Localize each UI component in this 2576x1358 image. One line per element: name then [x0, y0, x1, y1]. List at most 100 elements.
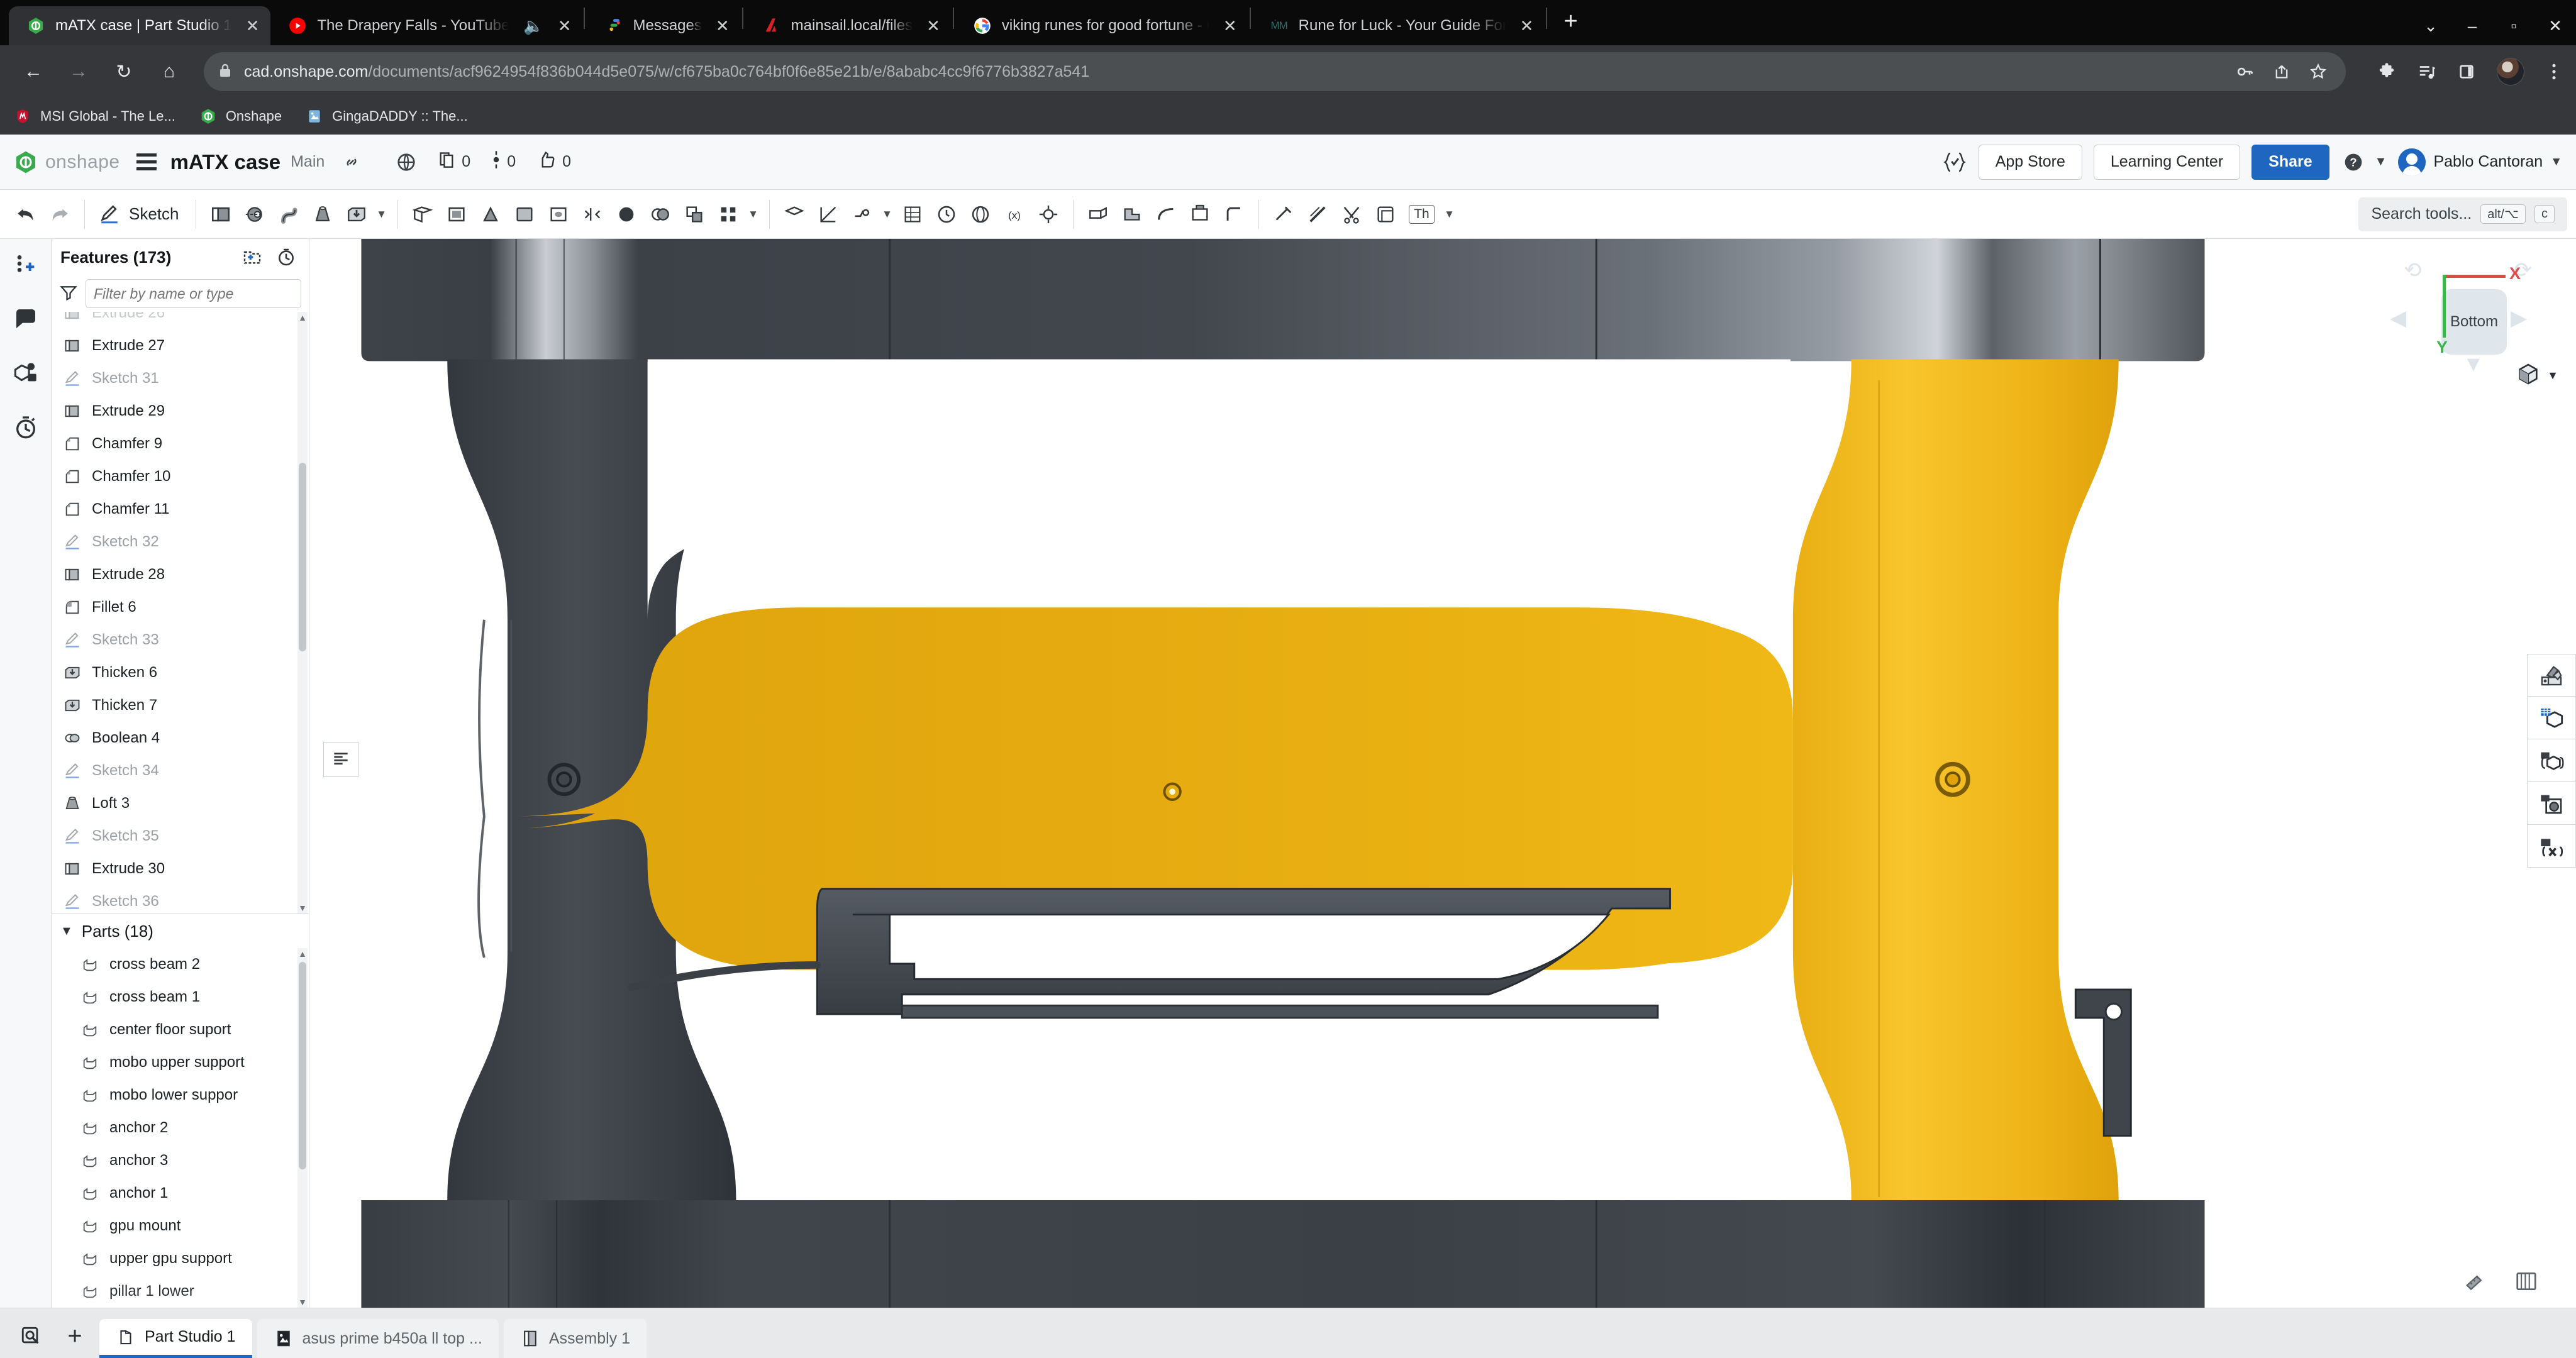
close-window-icon[interactable]: ✕	[2534, 6, 2576, 45]
close-icon[interactable]: ✕	[558, 16, 572, 36]
parts-lock-icon[interactable]	[9, 356, 43, 390]
link-icon[interactable]	[342, 153, 361, 172]
close-icon[interactable]: ✕	[246, 16, 260, 36]
sketch-button[interactable]: Sketch	[126, 204, 188, 224]
sheetmetal-icon[interactable]	[1081, 196, 1115, 233]
feature-item[interactable]: Thicken 6	[52, 656, 309, 689]
appearance-icon[interactable]	[2527, 654, 2576, 697]
sketch-icon[interactable]	[92, 196, 126, 233]
feature-item[interactable]: Sketch 35	[52, 820, 309, 853]
browser-tab[interactable]: ṀM Rune for Luck - Your Guide For M ✕	[1252, 6, 1545, 45]
maximize-icon[interactable]: ▫	[2493, 6, 2534, 45]
version-counter[interactable]: 0	[492, 150, 516, 174]
feature-tree-toggle-button[interactable]	[323, 742, 358, 777]
address-bar[interactable]: cad.onshape.com/documents/acf9624954f836…	[204, 52, 2346, 91]
parts-list[interactable]: cross beam 2 cross beam 1 center floor s…	[52, 948, 309, 1308]
shell-icon[interactable]	[440, 196, 474, 233]
3d-viewport[interactable]: ⟲ ⟳ ◀ ▶ ▼ Bottom X Y ▼	[309, 239, 2576, 1308]
fill-icon[interactable]	[609, 196, 643, 233]
part-item[interactable]: cross beam 2	[52, 948, 309, 981]
feature-item[interactable]: Extrude 29	[52, 395, 309, 428]
rollback-icon[interactable]	[272, 243, 300, 271]
feature-item[interactable]: Extrude 26	[52, 312, 309, 329]
share-button[interactable]: Share	[2251, 144, 2329, 180]
weld-icon[interactable]	[1267, 196, 1301, 233]
feature-item[interactable]: Chamfer 9	[52, 428, 309, 460]
feature-list-icon[interactable]	[9, 248, 43, 282]
parts-header[interactable]: ▼ Parts (18)	[52, 914, 309, 948]
flange-icon[interactable]	[1115, 196, 1149, 233]
scroll-up-icon[interactable]: ▲	[297, 948, 308, 959]
variable-icon[interactable]	[845, 196, 879, 233]
display-state-icon[interactable]	[2514, 1269, 2538, 1296]
scrollbar-thumb[interactable]	[299, 463, 306, 651]
feature-item[interactable]: Extrude 27	[52, 329, 309, 362]
part-item[interactable]: center floor suport	[52, 1013, 309, 1046]
bookmark-item[interactable]: GingaDADDY :: The...	[306, 108, 468, 125]
feature-item[interactable]: Sketch 32	[52, 526, 309, 558]
bookmark-item[interactable]: Onshape	[199, 108, 282, 125]
feature-item[interactable]: Sketch 31	[52, 362, 309, 395]
search-tools[interactable]: Search tools... alt/⌥ c	[2358, 197, 2567, 231]
bookmark-item[interactable]: MSI Global - The Le...	[14, 108, 175, 125]
tab-assembly-1[interactable]: Assembly 1	[503, 1319, 647, 1358]
feature-item[interactable]: Extrude 28	[52, 558, 309, 591]
hole-icon[interactable]	[541, 196, 575, 233]
formula-icon[interactable]: (x)	[997, 196, 1031, 233]
render-scene-icon[interactable]	[2527, 782, 2576, 825]
featurescript-icon[interactable]	[1942, 152, 1967, 173]
trim-icon[interactable]	[1335, 196, 1368, 233]
extensions-icon[interactable]	[2377, 62, 2396, 81]
view-cube[interactable]: ⟲ ⟳ ◀ ▶ ▼ Bottom X Y ▼	[2373, 246, 2562, 391]
scroll-down-icon[interactable]: ▼	[297, 902, 308, 914]
tab-part-studio-1[interactable]: Part Studio 1	[99, 1319, 252, 1358]
pattern-icon[interactable]	[711, 196, 745, 233]
filter-input[interactable]	[86, 279, 301, 308]
browser-tab[interactable]: mainsail.local/files ✕	[745, 6, 952, 45]
scrollbar-thumb[interactable]	[299, 962, 306, 1169]
tab-asus-prime-image[interactable]: asus prime b450a ll top ...	[257, 1319, 499, 1358]
feature-item[interactable]: Chamfer 10	[52, 460, 309, 493]
sidepanel-icon[interactable]	[2458, 63, 2475, 80]
app-store-button[interactable]: App Store	[1978, 144, 2082, 180]
close-icon[interactable]: ✕	[926, 16, 940, 36]
corner-icon[interactable]	[1217, 196, 1251, 233]
extrude-icon[interactable]	[204, 196, 238, 233]
frame-icon[interactable]	[1301, 196, 1335, 233]
pan-right-arrow-icon[interactable]: ▶	[2511, 306, 2527, 331]
thicken-icon[interactable]	[340, 196, 374, 233]
back-icon[interactable]: ←	[14, 52, 53, 91]
share-icon[interactable]	[2273, 63, 2290, 80]
axis-icon[interactable]	[811, 196, 845, 233]
rotate-left-arrow-icon[interactable]: ⟲	[2404, 258, 2422, 283]
onshape-logo[interactable]: onshape	[14, 150, 120, 174]
like-counter[interactable]: 0	[537, 150, 571, 174]
home-icon[interactable]: ⌂	[150, 52, 189, 91]
chevron-down-icon[interactable]: ▼	[2547, 369, 2558, 382]
render-transform-icon[interactable]	[2527, 739, 2576, 782]
chevron-down-icon[interactable]: ▼	[745, 196, 762, 233]
scroll-down-icon[interactable]: ▼	[297, 1296, 308, 1308]
feature-item[interactable]: Extrude 30	[52, 853, 309, 885]
new-tab-button[interactable]: +	[1563, 8, 1577, 35]
comments-icon[interactable]	[9, 302, 43, 336]
chevron-down-icon[interactable]: ▼	[60, 924, 73, 939]
features-scrollbar[interactable]: ▲ ▼	[297, 312, 308, 914]
browser-tab[interactable]: The Drapery Falls - YouTube 🔈 ✕	[270, 6, 582, 45]
sketch-pattern-icon[interactable]	[896, 196, 930, 233]
part-item[interactable]: anchor 3	[52, 1144, 309, 1177]
sphere-icon[interactable]	[963, 196, 997, 233]
render-script-icon[interactable]	[2527, 825, 2576, 868]
plane-icon[interactable]	[406, 196, 440, 233]
revolve-icon[interactable]	[238, 196, 272, 233]
browser-tab[interactable]: viking runes for good fortune - G ✕	[955, 6, 1248, 45]
minimize-icon[interactable]: ‒	[2451, 6, 2493, 45]
browser-tab[interactable]: Messages ✕	[586, 6, 740, 45]
window-menu-icon[interactable]: ⌄	[2410, 6, 2451, 45]
close-icon[interactable]: ✕	[716, 16, 730, 36]
user-menu[interactable]: Pablo Cantoran ▼	[2398, 148, 2562, 176]
part-item[interactable]: upper gpu support	[52, 1242, 309, 1275]
draft-icon[interactable]	[474, 196, 508, 233]
part-item[interactable]: anchor 2	[52, 1112, 309, 1144]
learning-center-button[interactable]: Learning Center	[2093, 144, 2241, 180]
